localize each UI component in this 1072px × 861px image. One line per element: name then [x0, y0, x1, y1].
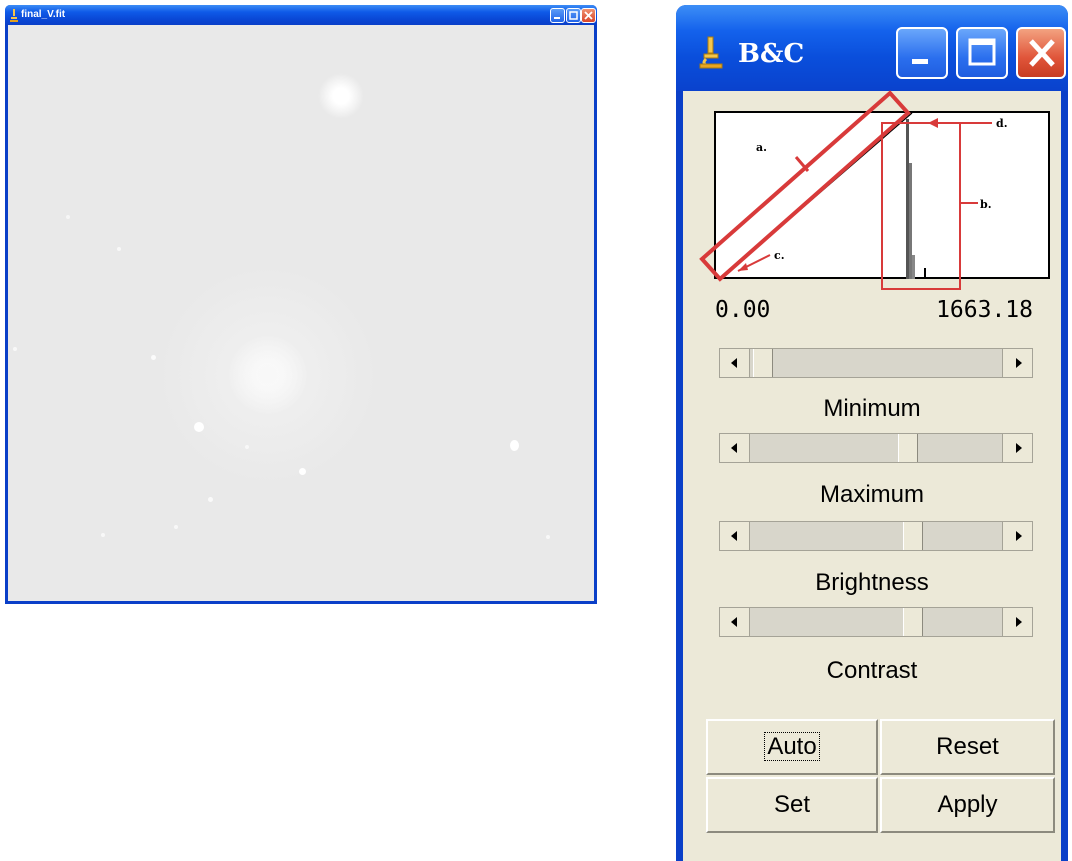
- minimum-slider-thumb[interactable]: [753, 349, 773, 377]
- brightness-label: Brightness: [815, 569, 929, 596]
- maximize-icon: [968, 38, 996, 66]
- close-icon: [584, 11, 593, 20]
- arrow-right-icon: [1016, 531, 1022, 541]
- histogram-bar: [924, 268, 926, 279]
- image-canvas[interactable]: [8, 25, 594, 601]
- arrow-left-icon: [731, 358, 737, 368]
- maximum-slider-left-button[interactable]: [720, 434, 750, 462]
- histogram-bar: [906, 119, 909, 279]
- minimize-button[interactable]: [896, 27, 948, 79]
- auto-button-label: Auto: [764, 732, 820, 761]
- maximum-slider[interactable]: [719, 433, 1033, 463]
- close-button[interactable]: [581, 8, 596, 23]
- star: [174, 525, 178, 529]
- reset-button[interactable]: Reset: [880, 719, 1055, 775]
- bc-window-titlebar[interactable]: B&C: [676, 5, 1068, 91]
- histogram-plot: a. b. c. d.: [699, 90, 1050, 290]
- arrow-right-icon: [1016, 617, 1022, 627]
- annotation-d-arrowhead: [928, 118, 938, 128]
- brightness-slider-thumb[interactable]: [902, 522, 923, 550]
- brightness-slider-left-button[interactable]: [720, 522, 750, 550]
- set-button-label: Set: [773, 791, 811, 818]
- bc-window-title: B&C: [738, 39, 805, 69]
- star: [117, 247, 121, 251]
- image-window-titlebar[interactable]: final_V.fit: [5, 5, 597, 25]
- maximize-icon: [569, 11, 578, 20]
- star: [66, 215, 70, 219]
- star: [546, 535, 550, 539]
- star: [194, 422, 204, 432]
- close-button[interactable]: [1016, 27, 1066, 79]
- star: [318, 73, 364, 119]
- reset-button-label: Reset: [936, 733, 999, 760]
- annotation-b-label: b.: [980, 198, 992, 211]
- range-max-value: 1663.18: [936, 297, 1033, 323]
- minimum-label: Minimum: [823, 395, 921, 422]
- contrast-slider[interactable]: [719, 607, 1033, 637]
- star: [151, 355, 156, 360]
- minimize-button[interactable]: [550, 8, 565, 23]
- brightness-slider[interactable]: [719, 521, 1033, 551]
- maximize-button[interactable]: [566, 8, 581, 23]
- minimize-icon: [912, 59, 928, 64]
- maximum-slider-thumb[interactable]: [898, 434, 919, 462]
- apply-button[interactable]: Apply: [880, 777, 1055, 833]
- annotation-c-label: c.: [774, 249, 785, 262]
- minimum-slider[interactable]: [719, 348, 1033, 378]
- arrow-left-icon: [731, 443, 737, 453]
- microscope-icon: [699, 36, 723, 69]
- star: [208, 497, 213, 502]
- star: [101, 533, 105, 537]
- histogram-bar: [912, 255, 915, 279]
- arrow-right-icon: [1016, 358, 1022, 368]
- maximum-slider-right-button[interactable]: [1002, 434, 1032, 462]
- maximum-label: Maximum: [819, 481, 924, 508]
- minimum-slider-right-button[interactable]: [1002, 349, 1032, 377]
- bc-window: B&C a. b. c. d. 0.00 1663.18 Minimum Max…: [676, 5, 1068, 861]
- auto-button[interactable]: Auto: [706, 719, 878, 775]
- microscope-icon: [10, 9, 18, 22]
- histogram-bar: [909, 163, 912, 279]
- brightness-slider-right-button[interactable]: [1002, 522, 1032, 550]
- star: [245, 445, 249, 449]
- star: [13, 347, 17, 351]
- arrow-right-icon: [1016, 443, 1022, 453]
- arrow-left-icon: [731, 531, 737, 541]
- bc-panel: a. b. c. d. 0.00 1663.18 Minimum Maximum…: [683, 90, 1061, 861]
- minimize-icon: [554, 17, 560, 19]
- contrast-label: Contrast: [826, 657, 918, 684]
- annotation-a-bracket: [699, 90, 911, 282]
- annotation-b-box: [881, 122, 961, 290]
- histogram-graphics: a. b. c. d.: [699, 90, 1008, 290]
- maximize-button[interactable]: [956, 27, 1008, 79]
- range-min-value: 0.00: [715, 297, 771, 323]
- apply-button-label: Apply: [937, 791, 998, 818]
- contrast-slider-thumb[interactable]: [902, 608, 923, 636]
- annotation-d-label: d.: [996, 117, 1008, 130]
- set-button[interactable]: Set: [706, 777, 878, 833]
- galaxy-halo: [158, 265, 378, 485]
- image-window-title: final_V.fit: [21, 9, 66, 20]
- contrast-slider-right-button[interactable]: [1002, 608, 1032, 636]
- image-window: final_V.fit: [5, 5, 597, 604]
- arrow-left-icon: [731, 617, 737, 627]
- close-icon: [1029, 39, 1055, 67]
- minimum-slider-left-button[interactable]: [720, 349, 750, 377]
- star: [510, 440, 519, 451]
- contrast-slider-left-button[interactable]: [720, 608, 750, 636]
- star: [299, 468, 306, 475]
- annotation-a-label: a.: [756, 141, 767, 154]
